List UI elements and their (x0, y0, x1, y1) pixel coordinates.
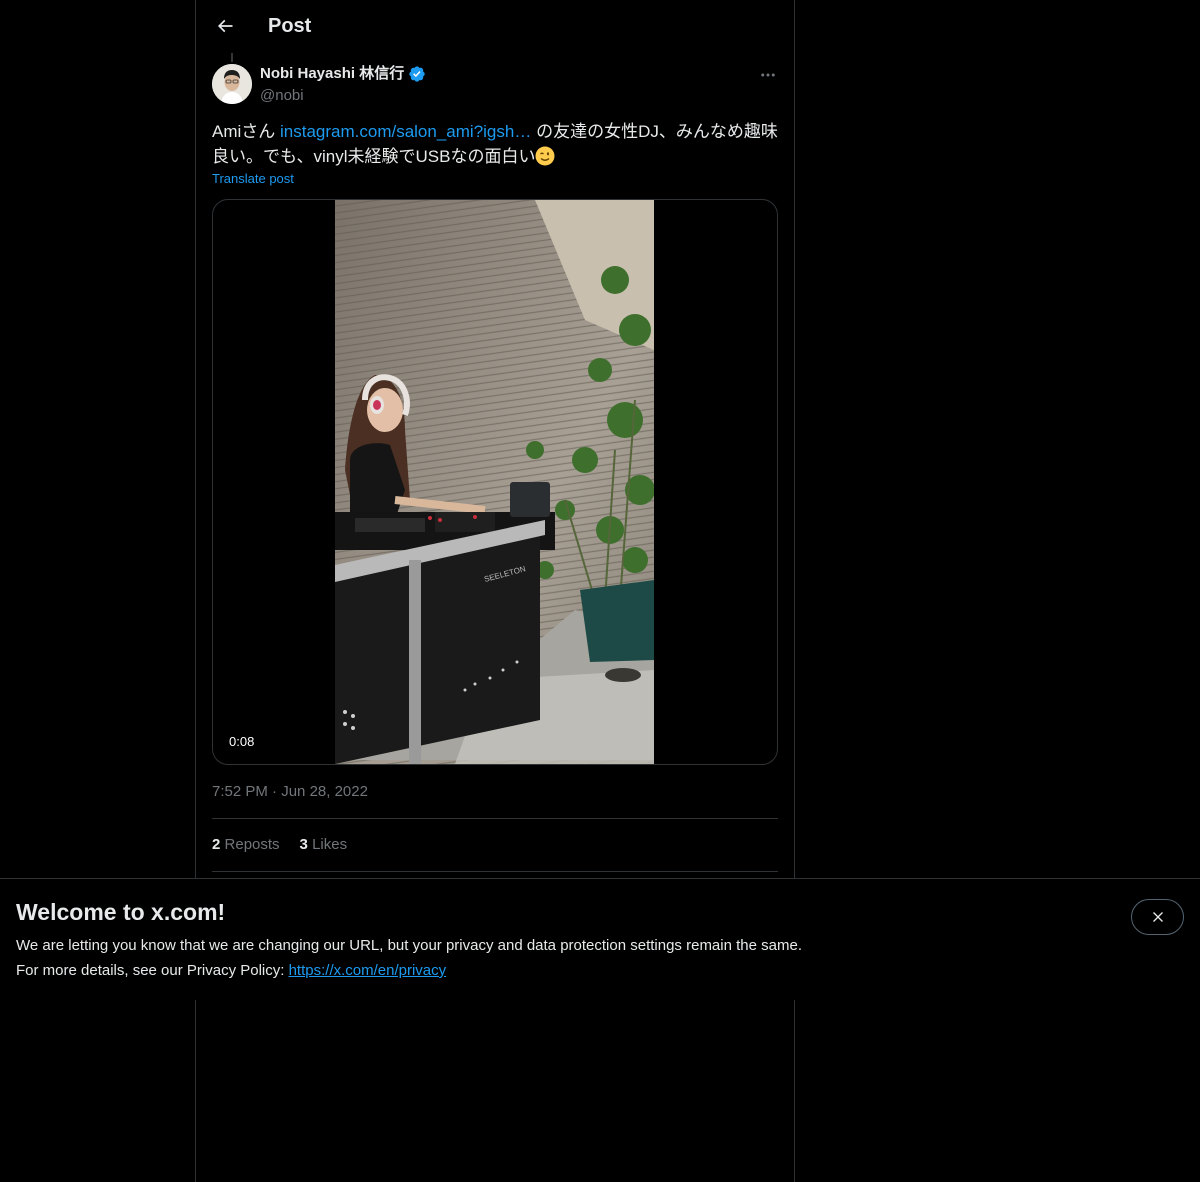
divider (212, 818, 778, 819)
reposts-count: 2 (212, 836, 221, 853)
translate-post-link[interactable]: Translate post (212, 171, 294, 187)
author-name-text: Nobi Hayashi 林信行 (260, 65, 405, 82)
reposts-stat[interactable]: 2 Reposts (212, 835, 280, 855)
timestamp-separator: · (272, 783, 278, 800)
banner-line-2-prefix: For more details, see our Privacy Policy… (16, 962, 289, 979)
likes-stat[interactable]: 3 Likes (300, 835, 348, 855)
banner-line-2: For more details, see our Privacy Policy… (16, 958, 802, 983)
post-timestamp[interactable]: 7:52 PM · Jun 28, 2022 (212, 782, 368, 802)
welcome-banner: Welcome to x.com! We are letting you kno… (0, 878, 1200, 1000)
avatar-image (212, 64, 252, 104)
banner-line-1: We are letting you know that we are chan… (16, 937, 802, 954)
banner-close-button[interactable] (1131, 899, 1184, 935)
winking-face-emoji-icon (535, 146, 555, 166)
more-options-button[interactable] (756, 63, 780, 87)
verified-badge-icon (409, 66, 425, 82)
more-horizontal-icon (761, 73, 775, 77)
arrow-left-icon (217, 19, 233, 33)
video-thumbnail: SEELETON (335, 200, 654, 764)
post-stats: 2 Reposts 3 Likes (212, 835, 347, 855)
post-date: Jun 28, 2022 (281, 783, 368, 800)
privacy-policy-link[interactable]: https://x.com/en/privacy (289, 962, 447, 979)
thread-connector-line (231, 53, 233, 62)
likes-label: Likes (312, 836, 348, 853)
author-handle[interactable]: @nobi (260, 86, 304, 106)
post-link[interactable]: instagram.com/salon_ami?igsh… (280, 122, 531, 141)
likes-count: 3 (299, 836, 308, 853)
close-icon (1152, 912, 1163, 922)
post-time: 7:52 PM (212, 783, 268, 800)
post-text: Amiさん instagram.com/salon_ami?igsh… の友達の… (212, 119, 778, 169)
page-title: Post (268, 15, 312, 37)
main-column: Post Nobi Hayashi 林信行 @nobi Amiさん instag… (195, 0, 795, 1182)
back-button[interactable] (208, 9, 242, 43)
video-duration: 0:08 (223, 732, 261, 752)
banner-title: Welcome to x.com! (16, 899, 226, 925)
banner-body: We are letting you know that we are chan… (16, 933, 802, 983)
reposts-label: Reposts (224, 836, 280, 853)
post-text-part1: Amiさん (212, 122, 280, 141)
author-name[interactable]: Nobi Hayashi 林信行 (260, 64, 426, 84)
avatar[interactable] (212, 64, 252, 104)
page-header: Post (196, 0, 794, 53)
video-player[interactable]: SEELETON 0:08 (212, 199, 778, 765)
divider (212, 871, 778, 872)
